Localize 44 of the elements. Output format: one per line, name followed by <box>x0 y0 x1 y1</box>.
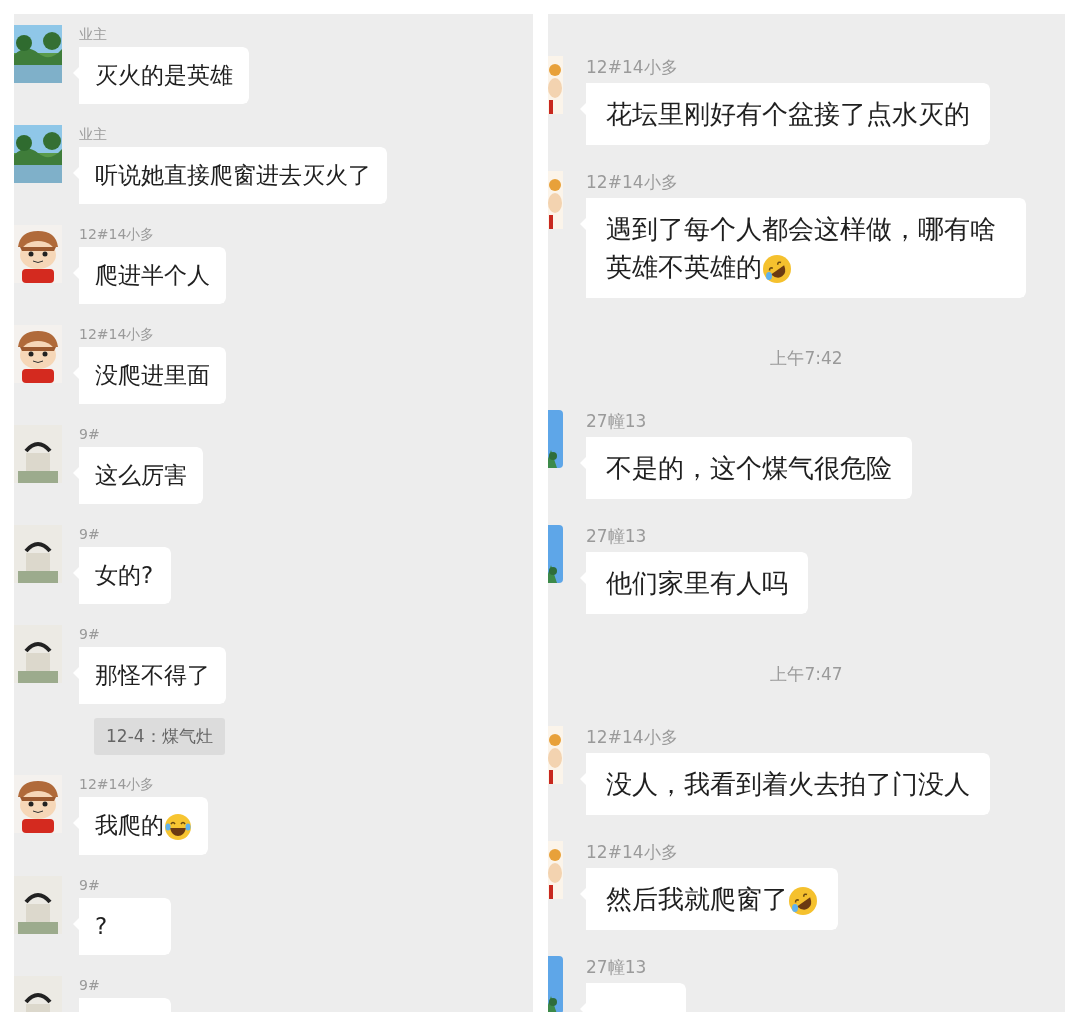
message-bubble: 花坛里刚好有个盆接了点水灭的 <box>580 83 990 145</box>
landscape-avatar[interactable] <box>14 25 62 83</box>
sender-name: 12#14小多 <box>79 325 155 343</box>
landscape-avatar[interactable] <box>14 125 62 183</box>
sender-name: 9# <box>79 525 100 543</box>
sketch-avatar[interactable] <box>14 525 62 583</box>
sender-name: 12#14小多 <box>586 841 678 863</box>
message-bubble: 那怪不得了 <box>73 647 226 704</box>
message-bubble: 爬进半个人 <box>73 247 226 304</box>
system-notice: 12-4：煤气灶 <box>94 718 225 755</box>
sender-name: 业主 <box>79 125 107 143</box>
sketch-avatar[interactable] <box>14 625 62 683</box>
sender-name: 业主 <box>79 25 107 43</box>
message-bubble: 女的? <box>73 547 171 604</box>
sender-name: 12#14小多 <box>586 56 678 78</box>
sketch-avatar[interactable] <box>14 425 62 483</box>
sender-name: 27幢13 <box>586 956 647 978</box>
message-bubble: 他们家里有人吗 <box>580 552 808 614</box>
sender-name: 27幢13 <box>586 525 647 547</box>
laughing-face-icon <box>762 253 792 284</box>
timestamp: 上午7:42 <box>770 347 843 370</box>
sender-name: 9# <box>79 975 100 994</box>
message-bubble: 不是的，这个煤气很危险 <box>580 437 912 499</box>
sketch-avatar[interactable] <box>14 875 62 934</box>
message-bubble: ? <box>73 897 171 955</box>
sender-name: 12#14小多 <box>79 775 155 793</box>
laughing-face-icon <box>788 885 818 916</box>
sender-name: 27幢13 <box>586 410 647 432</box>
message-bubble: 遇到了每个人都会这样做，哪有啥英雄不英雄的 <box>580 198 1026 298</box>
sender-name: 9# <box>79 625 100 643</box>
sender-name: 12#14小多 <box>586 171 678 193</box>
message-bubble: 我爬的 <box>73 797 208 855</box>
timestamp: 上午7:47 <box>770 663 843 686</box>
message-bubble: 这么厉害 <box>73 447 203 504</box>
message-bubble: 没爬进里面 <box>73 347 226 404</box>
sender-name: 9# <box>79 875 100 894</box>
sender-name: 9# <box>79 425 100 443</box>
sender-name: 12#14小多 <box>586 726 678 748</box>
message-bubble: 没人，我看到着火去拍了门没人 <box>580 753 990 815</box>
laughing-face-icon <box>164 812 192 841</box>
message-bubble: 灭火的是英雄 <box>73 47 249 104</box>
message-bubble: 听说她直接爬窗进去灭火了 <box>73 147 387 204</box>
sender-name: 12#14小多 <box>79 225 155 243</box>
message-bubble: 然后我就爬窗了 <box>580 868 838 930</box>
